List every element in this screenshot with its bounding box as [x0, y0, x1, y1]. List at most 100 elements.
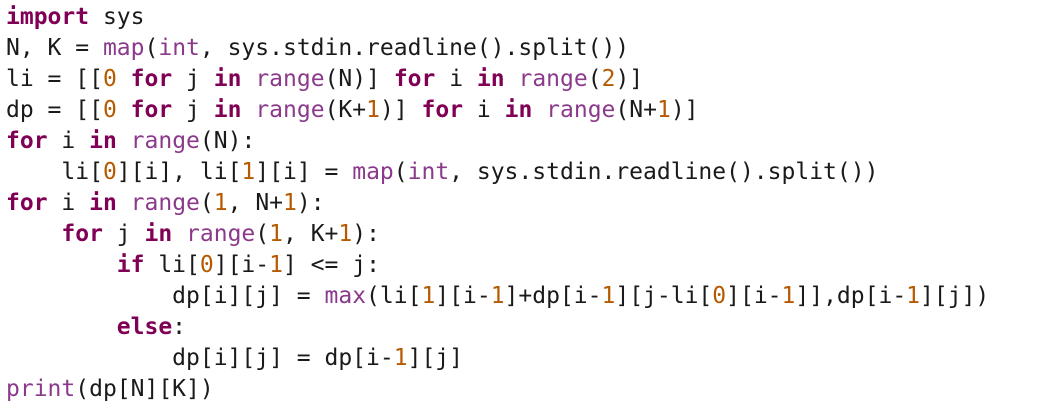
code-line: for i in range(N):	[6, 126, 1034, 157]
builtin-token: map	[102, 35, 145, 61]
code-token: , N+	[227, 190, 284, 216]
code-token: li = [[	[6, 66, 103, 92]
keyword-token: for	[6, 128, 48, 154]
keyword-token: for	[393, 66, 436, 92]
keyword-token: in	[213, 97, 242, 123]
number-token: 1	[269, 221, 284, 247]
code-token: i	[435, 66, 477, 92]
keyword-token: in	[213, 66, 242, 92]
builtin-token: int	[158, 35, 200, 61]
code-token: ][i] =	[255, 159, 353, 185]
code-token: sys	[89, 4, 145, 30]
number-token: 0	[712, 283, 727, 309]
number-token: 1	[906, 283, 921, 309]
code-token: (K+	[324, 97, 367, 123]
builtin-token: print	[6, 376, 76, 402]
code-line: import sys	[6, 2, 1034, 33]
code-token: li[	[6, 159, 103, 185]
builtin-token: range	[130, 128, 200, 154]
code-token: ][i-	[726, 283, 782, 309]
code-line: dp[i][j] = max(li[1][i-1]+dp[i-1][j-li[0…	[6, 281, 1034, 312]
code-token: (dp[N][K])	[75, 376, 214, 402]
code-editor[interactable]: import sys N, K = map(int, sys.stdin.read…	[6, 2, 1034, 414]
builtin-token: max	[324, 283, 367, 309]
code-token: dp[i][j] =	[6, 283, 325, 309]
number-token: 1	[338, 221, 353, 247]
code-token: ][i], li[	[116, 159, 242, 185]
keyword-token: in	[89, 128, 117, 154]
number-token: 0	[199, 252, 214, 278]
code-token: ][i-	[213, 252, 270, 278]
number-token: 0	[102, 97, 117, 123]
number-token: 1	[241, 159, 256, 185]
keyword-token: in	[504, 97, 533, 123]
number-token: 1	[269, 252, 283, 278]
code-line: dp = [[0 for j in range(K+1)] for i in r…	[6, 95, 1034, 126]
code-token: ][j]	[407, 345, 463, 371]
code-token: (	[144, 35, 159, 61]
code-token: j	[102, 221, 145, 247]
keyword-token: for	[130, 66, 173, 92]
builtin-token: range	[546, 97, 616, 123]
code-token: (N+	[615, 97, 657, 123]
code-token: (li[	[366, 283, 422, 309]
code-token: (	[393, 159, 408, 185]
code-token: (	[587, 66, 602, 92]
code-line: for j in range(1, K+1):	[6, 219, 1034, 250]
code-token: , sys.stdin.readline().split())	[199, 35, 630, 61]
number-token: 1	[213, 190, 228, 216]
builtin-token: int	[407, 159, 450, 185]
builtin-token: range	[186, 221, 256, 247]
number-token: 0	[102, 66, 117, 92]
keyword-token: in	[89, 190, 117, 216]
code-token: i	[47, 128, 90, 154]
code-token: (N)]	[324, 66, 394, 92]
code-token: , K+	[283, 221, 339, 247]
keyword-token: if	[116, 252, 145, 278]
builtin-token: range	[255, 97, 325, 123]
builtin-token: map	[352, 159, 394, 185]
number-token: 1	[393, 345, 408, 371]
code-line: print(dp[N][K])	[6, 374, 1034, 405]
number-token: 0	[102, 159, 117, 185]
code-token: :	[172, 314, 187, 340]
number-token: 1	[601, 283, 616, 309]
number-token: 1	[781, 283, 796, 309]
code-token: ] <= j:	[282, 252, 380, 278]
code-token: j	[172, 97, 214, 123]
code-line: dp[i][j] = dp[i-1][j]	[6, 343, 1034, 374]
code-token: i	[47, 190, 90, 216]
code-token: j	[172, 66, 214, 92]
number-token: 1	[656, 97, 671, 123]
code-token: ][j-li[	[615, 283, 713, 309]
code-token: ][j])	[920, 283, 990, 309]
code-line: if li[0][i-1] <= j:	[6, 250, 1034, 281]
keyword-token: for	[421, 97, 464, 123]
code-token: ][i-	[435, 283, 491, 309]
code-token: )]	[670, 97, 699, 123]
keyword-token: in	[144, 221, 173, 247]
number-token: 1	[421, 283, 436, 309]
code-token: ]+dp[i-	[504, 283, 602, 309]
number-token: 2	[601, 66, 616, 92]
number-token: 1	[366, 97, 380, 123]
number-token: 1	[283, 190, 297, 216]
code-token: ]],dp[i-	[795, 283, 907, 309]
code-token: N, K =	[6, 35, 103, 61]
code-line: for i in range(1, N+1):	[6, 188, 1034, 219]
code-token: , sys.stdin.readline().split())	[449, 159, 879, 185]
code-token: li[	[144, 252, 200, 278]
code-token: (N):	[199, 128, 256, 154]
code-token: )]	[379, 97, 422, 123]
number-token: 1	[490, 283, 505, 309]
keyword-token: else	[116, 314, 173, 340]
